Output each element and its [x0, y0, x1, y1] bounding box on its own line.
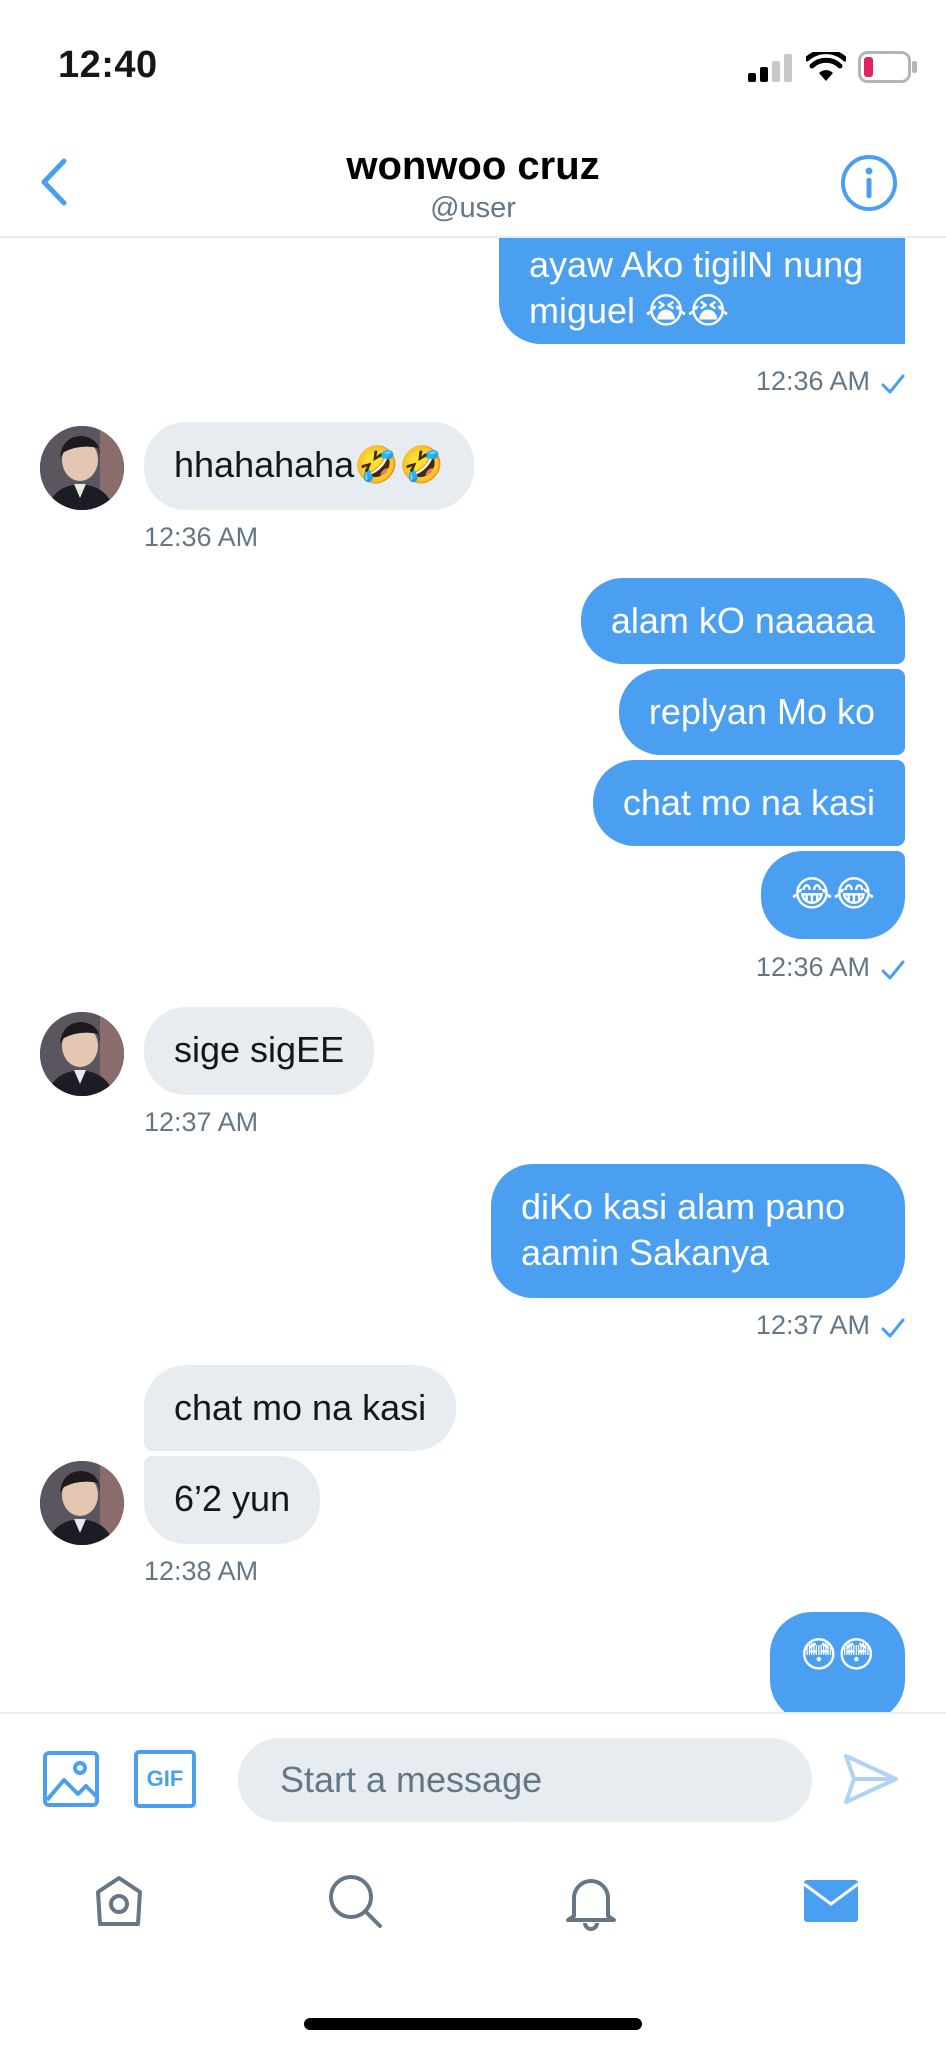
message-bubble-outgoing[interactable]: 😂😂: [760, 851, 905, 939]
message-timestamp: 12:36 AM: [755, 952, 870, 982]
message-bubble-incoming[interactable]: sige sigEE: [144, 1007, 375, 1095]
avatar[interactable]: [40, 1012, 124, 1096]
bell-icon[interactable]: [560, 1870, 622, 1932]
message-text: hhahahaha🤣🤣: [174, 444, 444, 485]
message-bubble-outgoing[interactable]: alam kO naaaaa: [580, 578, 905, 664]
message-timestamp: 12:36 AM: [144, 522, 259, 552]
message-timestamp: 12:37 AM: [144, 1107, 259, 1137]
avatar-image: [40, 1012, 124, 1096]
info-icon[interactable]: [840, 154, 898, 212]
battery-icon: [858, 51, 917, 83]
message-bubble-outgoing[interactable]: replyan Mo ko: [618, 669, 905, 755]
message-text: 6’2 yun: [174, 1478, 291, 1519]
message-text: replyan Mo ko: [648, 691, 875, 732]
message-text: chat mo na kasi: [622, 782, 875, 823]
sent-check-icon: [881, 1318, 905, 1338]
home-indicator: [304, 2018, 642, 2030]
avatar[interactable]: [40, 1461, 124, 1545]
cellular-signal-icon: [748, 54, 792, 82]
conversation-header: wonwoo cruz @user: [0, 130, 946, 238]
message-bubble-outgoing[interactable]: 😳😳: [769, 1612, 905, 1712]
home-icon[interactable]: [88, 1870, 150, 1932]
message-composer: GIF: [0, 1712, 946, 1842]
sent-check-icon: [881, 374, 905, 394]
bottom-tab-bar: [0, 1842, 946, 2048]
send-icon[interactable]: [842, 1750, 900, 1808]
message-timestamp: 12:36 AM: [755, 366, 870, 396]
conversation-username: @user: [430, 192, 516, 224]
message-bubble-outgoing[interactable]: chat mo na kasi: [592, 760, 905, 846]
avatar-image: [40, 426, 124, 510]
gif-label: GIF: [146, 1766, 184, 1791]
message-text: 😳😳: [799, 1634, 875, 1675]
sent-check-icon: [881, 960, 905, 980]
message-bubble-outgoing[interactable]: diKo kasi alam pano aamin Sakanya: [491, 1164, 905, 1298]
gif-button[interactable]: GIF: [134, 1750, 196, 1808]
conversation-title: wonwoo cruz: [346, 144, 600, 188]
search-icon[interactable]: [324, 1870, 386, 1932]
message-text: sige sigEE: [174, 1029, 345, 1070]
message-text: diKo kasi alam pano aamin Sakanya: [521, 1186, 846, 1273]
message-bubble-outgoing[interactable]: ayaw Ako tigilN nung miguel 😭😭: [499, 238, 905, 344]
avatar[interactable]: [40, 426, 124, 510]
image-icon[interactable]: [42, 1750, 100, 1808]
status-time: 12:40: [58, 44, 158, 86]
message-bubble-incoming[interactable]: hhahahaha🤣🤣: [144, 422, 474, 510]
message-text: ayaw Ako tigilN nung miguel 😭😭: [529, 244, 864, 331]
message-bubble-incoming[interactable]: chat mo na kasi: [144, 1365, 457, 1451]
message-input[interactable]: [238, 1738, 812, 1822]
message-text: chat mo na kasi: [174, 1387, 427, 1428]
wifi-icon: [806, 52, 846, 81]
status-bar: 12:40: [0, 0, 946, 130]
mail-icon[interactable]: [800, 1870, 862, 1932]
message-timestamp: 12:37 AM: [755, 1310, 870, 1340]
avatar-image: [40, 1461, 124, 1545]
message-text: alam kO naaaaa: [610, 600, 875, 641]
message-bubble-incoming[interactable]: 6’2 yun: [144, 1456, 321, 1544]
message-timestamp: 12:38 AM: [144, 1556, 259, 1586]
message-list[interactable]: ayaw Ako tigilN nung miguel 😭😭 12:36 AM …: [0, 238, 946, 1712]
message-text: 😂😂: [790, 873, 875, 914]
